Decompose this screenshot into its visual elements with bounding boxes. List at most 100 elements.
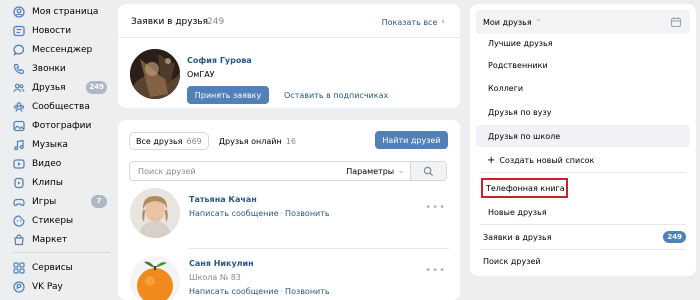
separator-dot: · [280, 287, 284, 296]
nav-label: Стикеры [32, 215, 74, 226]
nav-item-music[interactable]: Музыка [13, 135, 113, 154]
menu-item-new-friends[interactable]: Новые друзья [476, 201, 690, 223]
show-all-link[interactable]: Показать все › [382, 17, 445, 27]
menu-item-relatives[interactable]: Родственники [476, 54, 690, 76]
friend-subtitle: Школа № 83 [189, 273, 241, 282]
nav-label: Сообщества [32, 101, 90, 112]
menu-item-colleagues[interactable]: Коллеги [476, 77, 690, 99]
separator-dot: · [280, 209, 284, 218]
clips-icon [13, 177, 25, 189]
avatar[interactable] [130, 188, 180, 238]
nav-item-friends[interactable]: Друзья 249 [13, 78, 113, 97]
nav-item-games[interactable]: Игры 7 [13, 192, 113, 211]
parameters-dropdown[interactable]: Параметры ⌄ [340, 162, 410, 180]
friends-count-badge: 249 [86, 81, 107, 94]
menu-item-search-friends[interactable]: Поиск друзей [476, 250, 690, 272]
tab-label: Все друзья [136, 136, 183, 146]
nav-item-video[interactable]: Видео [13, 154, 113, 173]
search-button[interactable] [410, 162, 446, 180]
divider [480, 224, 686, 225]
avatar[interactable] [130, 256, 180, 300]
search-input[interactable] [130, 162, 341, 180]
stickers-icon [13, 214, 25, 227]
games-icon [13, 196, 25, 208]
create-list-button[interactable]: + Создать новый список [476, 149, 690, 171]
phone-icon [13, 63, 25, 75]
menu-item-friend-requests[interactable]: Заявки в друзья 249 [476, 226, 690, 248]
list-item: Саня Никулин Школа № 83 Написать сообщен… [118, 255, 460, 300]
games-count-badge: 7 [91, 195, 107, 208]
tab-all-friends[interactable]: Все друзья 669 [129, 132, 209, 150]
requests-title: Заявки в друзья [131, 17, 209, 27]
request-name[interactable]: София Гурова [187, 56, 252, 65]
plus-icon: + [487, 154, 496, 166]
friends-menu-card: Мои друзья ⌃ Лучшие друзья Родственники … [470, 4, 696, 276]
menu-item-phone-book[interactable]: Телефонная книга [481, 178, 568, 198]
tab-count: 669 [186, 136, 202, 146]
menu-item-best-friends[interactable]: Лучшие друзья [476, 32, 690, 54]
photo-icon [13, 120, 25, 132]
find-friends-button[interactable]: Найти друзей [375, 131, 448, 149]
avatar[interactable] [130, 49, 180, 99]
nav-label: Звонки [32, 63, 66, 74]
video-icon [13, 158, 25, 170]
communities-icon [13, 101, 25, 113]
friend-name[interactable]: Татьяна Качан [189, 195, 257, 204]
divider [118, 37, 460, 38]
menu-item-university-friends[interactable]: Друзья по вузу [476, 101, 690, 123]
accept-request-button[interactable]: Принять заявку [187, 86, 269, 104]
nav-item-market[interactable]: Маркет [13, 230, 113, 249]
nav-item-services[interactable]: Сервисы [13, 258, 113, 277]
market-icon [13, 233, 25, 246]
friend-requests-card: Заявки в друзья 249 Показать все › София… [118, 4, 460, 108]
message-icon [13, 44, 25, 56]
call-link[interactable]: Позвонить [285, 287, 330, 296]
friend-name[interactable]: Саня Никулин [189, 259, 254, 268]
divider [480, 172, 686, 173]
call-link[interactable]: Позвонить [285, 209, 330, 218]
nav-item-news[interactable]: Новости [13, 21, 113, 40]
friends-icon [13, 82, 25, 94]
nav-item-clips[interactable]: Клипы [13, 173, 113, 192]
write-message-link[interactable]: Написать сообщение [189, 209, 279, 218]
requests-count-badge: 249 [663, 231, 686, 243]
news-icon [13, 25, 25, 37]
nav-item-messenger[interactable]: Мессенджер [13, 40, 113, 59]
friend-requests-label: Заявки в друзья [483, 232, 552, 242]
parameters-label: Параметры [346, 166, 395, 176]
calendar-icon[interactable] [670, 16, 682, 28]
nav-item-vkpay[interactable]: VK Pay [13, 277, 113, 296]
my-friends-header[interactable]: Мои друзья ⌃ [476, 10, 690, 34]
nav-label: Сервисы [32, 262, 73, 273]
friends-search-bar: Параметры ⌄ [129, 161, 447, 181]
chevron-right-icon: › [441, 17, 445, 27]
friends-tabs: Все друзья 669 Друзья онлайн 16 [129, 131, 296, 151]
more-options-icon[interactable]: ••• [425, 265, 446, 276]
chevron-down-icon: ⌄ [398, 167, 404, 175]
leave-in-subscribers-button[interactable]: Оставить в подписчиках [284, 86, 388, 104]
search-icon [423, 166, 434, 176]
my-friends-label: Мои друзья [483, 17, 532, 27]
nav-divider [13, 252, 110, 253]
nav-label: Игры [32, 196, 57, 207]
user-circle-icon [13, 5, 25, 18]
nav-label: Мессенджер [32, 44, 93, 55]
list-item: Татьяна Качан Написать сообщение · Позвони… [118, 188, 460, 248]
write-message-link[interactable]: Написать сообщение [189, 287, 279, 296]
more-options-icon[interactable]: ••• [425, 202, 446, 213]
nav-item-my-page[interactable]: Моя страница [13, 2, 113, 21]
show-all-label: Показать все [381, 17, 438, 27]
menu-item-school-friends[interactable]: Друзья по школе [476, 125, 690, 147]
nav-item-communities[interactable]: Сообщества [13, 97, 113, 116]
tab-friends-online[interactable]: Друзья онлайн 16 [219, 137, 296, 146]
nav-label: Друзья [32, 82, 66, 93]
nav-label: Маркет [32, 234, 68, 245]
nav-item-calls[interactable]: Звонки [13, 59, 113, 78]
nav-label: Новости [32, 25, 72, 36]
nav-label: Моя страница [32, 6, 99, 17]
nav-item-photos[interactable]: Фотографии [13, 116, 113, 135]
nav-label: Клипы [32, 177, 63, 188]
chevron-up-icon: ⌃ [535, 18, 542, 26]
nav-item-stickers[interactable]: Стикеры [13, 211, 113, 230]
tab-count: 16 [285, 136, 296, 146]
